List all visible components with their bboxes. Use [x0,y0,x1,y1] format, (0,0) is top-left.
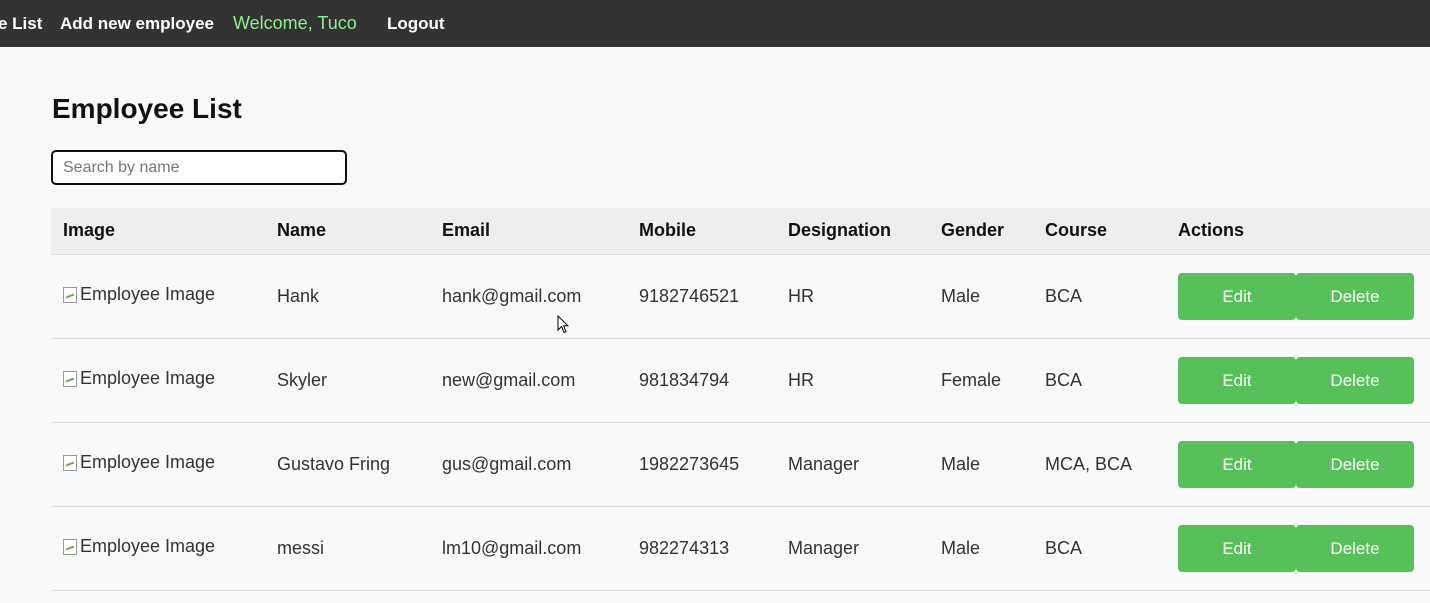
name-cell: Skyler [277,369,328,390]
column-header-name: Name [277,220,327,241]
employee-table: Image Name Email Mobile Designation Gend… [51,208,1430,591]
broken-image-icon [63,370,77,387]
edit-button[interactable]: Edit [1178,272,1296,320]
gender-cell: Female [941,369,1002,390]
course-cell: BCA [1045,285,1083,306]
table-row: Employee Image Hank hank@gmail.com 91827… [51,254,1430,338]
gender-cell: Male [941,453,981,474]
welcome-text: Welcome, Tuco [233,13,357,33]
nav-employee-list-link[interactable]: e List [0,14,42,34]
designation-cell: Manager [788,537,860,558]
actions-cell: Edit Delete [1166,338,1430,422]
actions-cell: Edit Delete [1166,422,1430,506]
designation-cell: HR [788,369,814,390]
designation-cell: HR [788,285,814,306]
course-cell: MCA, BCA [1045,453,1133,474]
course-cell: BCA [1045,369,1083,390]
top-navbar: e List Add new employee Welcome, Tuco Lo… [0,0,1430,47]
name-cell: messi [277,537,325,558]
column-header-email: Email [442,220,491,241]
gender-cell: Male [941,537,981,558]
image-cell: Employee Image [51,338,265,422]
mobile-cell: 1982273645 [639,453,740,474]
email-cell: new@gmail.com [442,369,576,390]
employee-table-container: Image Name Email Mobile Designation Gend… [51,208,1430,591]
image-cell: Employee Image [51,506,265,590]
email-cell: hank@gmail.com [442,285,582,306]
actions-cell: Edit Delete [1166,506,1430,590]
edit-button[interactable]: Edit [1178,524,1296,572]
table-row: Employee Image Skyler new@gmail.com 9818… [51,338,1430,422]
mobile-cell: 9182746521 [639,285,740,306]
delete-button[interactable]: Delete [1296,356,1414,404]
designation-cell: Manager [788,453,860,474]
employee-image: Employee Image [63,536,215,557]
employee-image-alt: Employee Image [80,452,216,473]
employee-image: Employee Image [63,452,215,473]
mobile-cell: 982274313 [639,537,730,558]
edit-button[interactable]: Edit [1178,356,1296,404]
column-header-actions: Actions [1178,220,1245,241]
column-header-image: Image [63,220,116,241]
delete-button[interactable]: Delete [1296,272,1414,320]
table-header-row: Image Name Email Mobile Designation Gend… [51,208,1430,254]
column-header-gender: Gender [941,220,1005,241]
employee-image-alt: Employee Image [80,284,216,305]
image-cell: Employee Image [51,254,265,338]
mouse-cursor-icon [557,315,569,334]
email-cell: lm10@gmail.com [442,537,582,558]
column-header-designation: Designation [788,220,892,241]
employee-image: Employee Image [63,284,215,305]
delete-button[interactable]: Delete [1296,440,1414,488]
employee-image-alt: Employee Image [80,368,216,389]
edit-button[interactable]: Edit [1178,440,1296,488]
nav-logout-link[interactable]: Logout [387,14,445,34]
employee-image: Employee Image [63,368,215,389]
broken-image-icon [63,538,77,555]
search-input[interactable] [51,150,347,185]
mobile-cell: 981834794 [639,369,730,390]
table-row: Employee Image Gustavo Fring gus@gmail.c… [51,422,1430,506]
column-header-mobile: Mobile [639,220,696,241]
image-cell: Employee Image [51,422,265,506]
delete-button[interactable]: Delete [1296,524,1414,572]
email-cell: gus@gmail.com [442,453,572,474]
column-header-course: Course [1045,220,1108,241]
nav-add-employee-link[interactable]: Add new employee [60,14,214,34]
broken-image-icon [63,286,77,303]
table-row: Employee Image messi lm10@gmail.com 9822… [51,506,1430,590]
course-cell: BCA [1045,537,1083,558]
gender-cell: Male [941,285,981,306]
actions-cell: Edit Delete [1166,254,1430,338]
name-cell: Gustavo Fring [277,453,391,474]
page-title: Employee List [52,93,242,124]
employee-image-alt: Employee Image [80,536,216,557]
broken-image-icon [63,454,77,471]
name-cell: Hank [277,285,320,306]
